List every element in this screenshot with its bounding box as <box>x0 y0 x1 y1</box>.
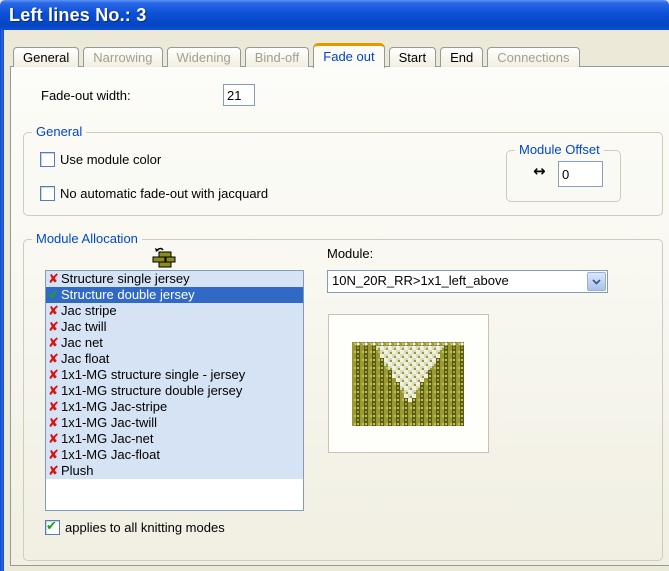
list-item-label: Jac net <box>61 335 103 351</box>
list-item-label: Jac twill <box>61 319 107 335</box>
list-item[interactable]: ✘1x1-MG Jac-twill <box>46 415 303 431</box>
x-icon: ✘ <box>46 272 61 287</box>
module-offset-input[interactable] <box>558 161 603 187</box>
module-label: Module: <box>327 246 373 261</box>
window-left-border <box>0 28 4 571</box>
list-item[interactable]: ✘Jac float <box>46 351 303 367</box>
list-item[interactable]: ✘Plush <box>46 463 303 479</box>
list-item-label: 1x1-MG structure double jersey <box>61 383 242 399</box>
applies-all-modes-checkbox[interactable]: ✔ <box>45 520 60 535</box>
x-icon: ✘ <box>46 464 61 479</box>
window-title: Left lines No.: 3 <box>0 0 669 30</box>
module-preview-canvas <box>352 342 464 426</box>
title-bar[interactable]: Left lines No.: 3 <box>0 0 669 30</box>
x-icon: ✘ <box>46 368 61 383</box>
module-combobox-value: 10N_20R_RR>1x1_left_above <box>328 271 586 292</box>
list-item-label: Jac float <box>61 351 109 367</box>
tab-bind-off[interactable]: Bind-off <box>245 47 310 67</box>
x-icon: ✘ <box>46 352 61 367</box>
horizontal-arrow-icon: ↔ <box>533 162 546 180</box>
list-item[interactable]: ✘Jac net <box>46 335 303 351</box>
module-allocation-list[interactable]: ✘Structure single jersey✔Structure doubl… <box>45 270 304 511</box>
no-auto-fadeout-label: No automatic fade-out with jacquard <box>60 186 268 201</box>
tab-connections[interactable]: Connections <box>487 47 579 67</box>
module-bricks-icon <box>145 246 177 273</box>
module-preview-panel <box>328 314 489 453</box>
use-module-color-checkbox[interactable] <box>40 152 55 167</box>
x-icon: ✘ <box>46 336 61 351</box>
x-icon: ✘ <box>46 304 61 319</box>
list-item-label: 1x1-MG Jac-float <box>61 447 160 463</box>
module-allocation-group: Module Allocation ✘Structure single jers… <box>23 239 663 561</box>
x-icon: ✘ <box>46 448 61 463</box>
x-icon: ✘ <box>46 416 61 431</box>
list-item-label: 1x1-MG structure single - jersey <box>61 367 245 383</box>
list-item-label: 1x1-MG Jac-stripe <box>61 399 167 415</box>
x-icon: ✘ <box>46 400 61 415</box>
tab-page-fade-out: Fade-out width: General Use module color… <box>10 66 669 566</box>
module-offset-group: Module Offset ↔ <box>506 150 621 202</box>
tab-narrowing[interactable]: Narrowing <box>83 47 162 67</box>
list-item[interactable]: ✘Structure single jersey <box>46 271 303 287</box>
chevron-down-icon <box>592 279 601 285</box>
combobox-dropdown-button[interactable] <box>587 272 606 291</box>
list-item[interactable]: ✘1x1-MG structure single - jersey <box>46 367 303 383</box>
module-allocation-title: Module Allocation <box>32 231 142 246</box>
list-item[interactable]: ✔Structure double jersey <box>46 287 303 303</box>
list-item-label: Structure double jersey <box>61 287 195 303</box>
list-item-label: Plush <box>61 463 94 479</box>
list-item-label: 1x1-MG Jac-twill <box>61 415 157 431</box>
list-item[interactable]: ✘Jac twill <box>46 319 303 335</box>
tab-general[interactable]: General <box>13 47 79 67</box>
module-offset-title: Module Offset <box>515 142 604 157</box>
checkmark-icon: ✔ <box>46 519 57 534</box>
list-item-label: Structure single jersey <box>61 271 190 287</box>
list-item[interactable]: ✘1x1-MG Jac-float <box>46 447 303 463</box>
tab-start[interactable]: Start <box>389 47 436 67</box>
tab-strip: GeneralNarrowingWideningBind-offFade out… <box>13 41 584 67</box>
x-icon: ✘ <box>46 432 61 447</box>
tab-fade-out[interactable]: Fade out <box>313 43 384 68</box>
check-icon: ✔ <box>46 288 61 303</box>
fade-out-width-input[interactable] <box>223 84 255 106</box>
no-auto-fadeout-checkbox[interactable] <box>40 186 55 201</box>
x-icon: ✘ <box>46 384 61 399</box>
use-module-color-label: Use module color <box>60 152 161 167</box>
tab-widening[interactable]: Widening <box>167 47 241 67</box>
list-item[interactable]: ✘Jac stripe <box>46 303 303 319</box>
list-item-label: Jac stripe <box>61 303 117 319</box>
list-item[interactable]: ✘1x1-MG Jac-net <box>46 431 303 447</box>
tab-end[interactable]: End <box>440 47 483 67</box>
list-item[interactable]: ✘1x1-MG Jac-stripe <box>46 399 303 415</box>
general-group: General Use module color No automatic fa… <box>23 132 663 216</box>
x-icon: ✘ <box>46 320 61 335</box>
applies-all-modes-label: applies to all knitting modes <box>65 520 225 535</box>
module-combobox[interactable]: 10N_20R_RR>1x1_left_above <box>327 270 608 293</box>
list-item-label: 1x1-MG Jac-net <box>61 431 153 447</box>
list-item[interactable]: ✘1x1-MG structure double jersey <box>46 383 303 399</box>
general-group-title: General <box>32 124 86 139</box>
fade-out-width-label: Fade-out width: <box>41 88 131 103</box>
